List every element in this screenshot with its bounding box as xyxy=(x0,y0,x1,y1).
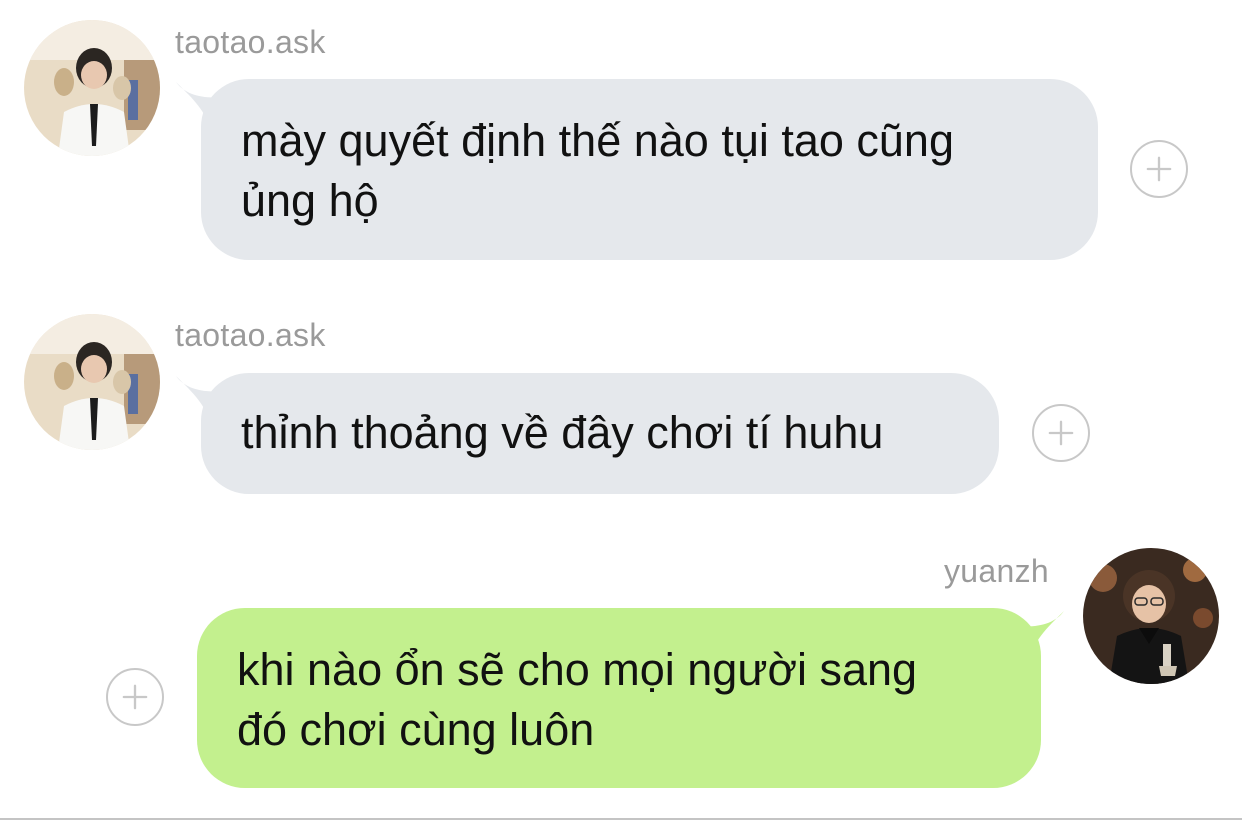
message-bubble[interactable]: mày quyết định thế nào tụi tao cũng ủng … xyxy=(201,79,1098,260)
avatar-photo xyxy=(24,20,160,156)
message-text-line: thỉnh thoảng về đây chơi tí huhu xyxy=(241,407,884,458)
avatar-photo xyxy=(1083,548,1219,684)
sender-name: taotao.ask xyxy=(175,317,326,353)
message-text-line: mày quyết định thế nào tụi tao cũng xyxy=(241,115,954,166)
sender-name: taotao.ask xyxy=(175,24,326,60)
avatar-photo xyxy=(24,314,160,450)
avatar[interactable] xyxy=(24,20,160,156)
avatar[interactable] xyxy=(24,314,160,450)
message-bubble[interactable]: thỉnh thoảng về đây chơi tí huhu xyxy=(201,373,999,494)
add-reaction-button[interactable] xyxy=(1130,140,1188,198)
plus-circle-icon xyxy=(1146,156,1172,182)
add-reaction-button[interactable] xyxy=(106,668,164,726)
message-bubble[interactable]: khi nào ổn sẽ cho mọi người sang đó chơi… xyxy=(197,608,1041,788)
message-text-line: ủng hộ xyxy=(241,175,379,226)
plus-circle-icon xyxy=(122,684,148,710)
avatar[interactable] xyxy=(1083,548,1219,684)
plus-circle-icon xyxy=(1048,420,1074,446)
bottom-divider xyxy=(0,818,1242,820)
message-text-line: khi nào ổn sẽ cho mọi người sang xyxy=(237,644,918,695)
message-text-line: đó chơi cùng luôn xyxy=(237,704,595,755)
sender-name: yuanzh xyxy=(944,553,1049,589)
add-reaction-button[interactable] xyxy=(1032,404,1090,462)
